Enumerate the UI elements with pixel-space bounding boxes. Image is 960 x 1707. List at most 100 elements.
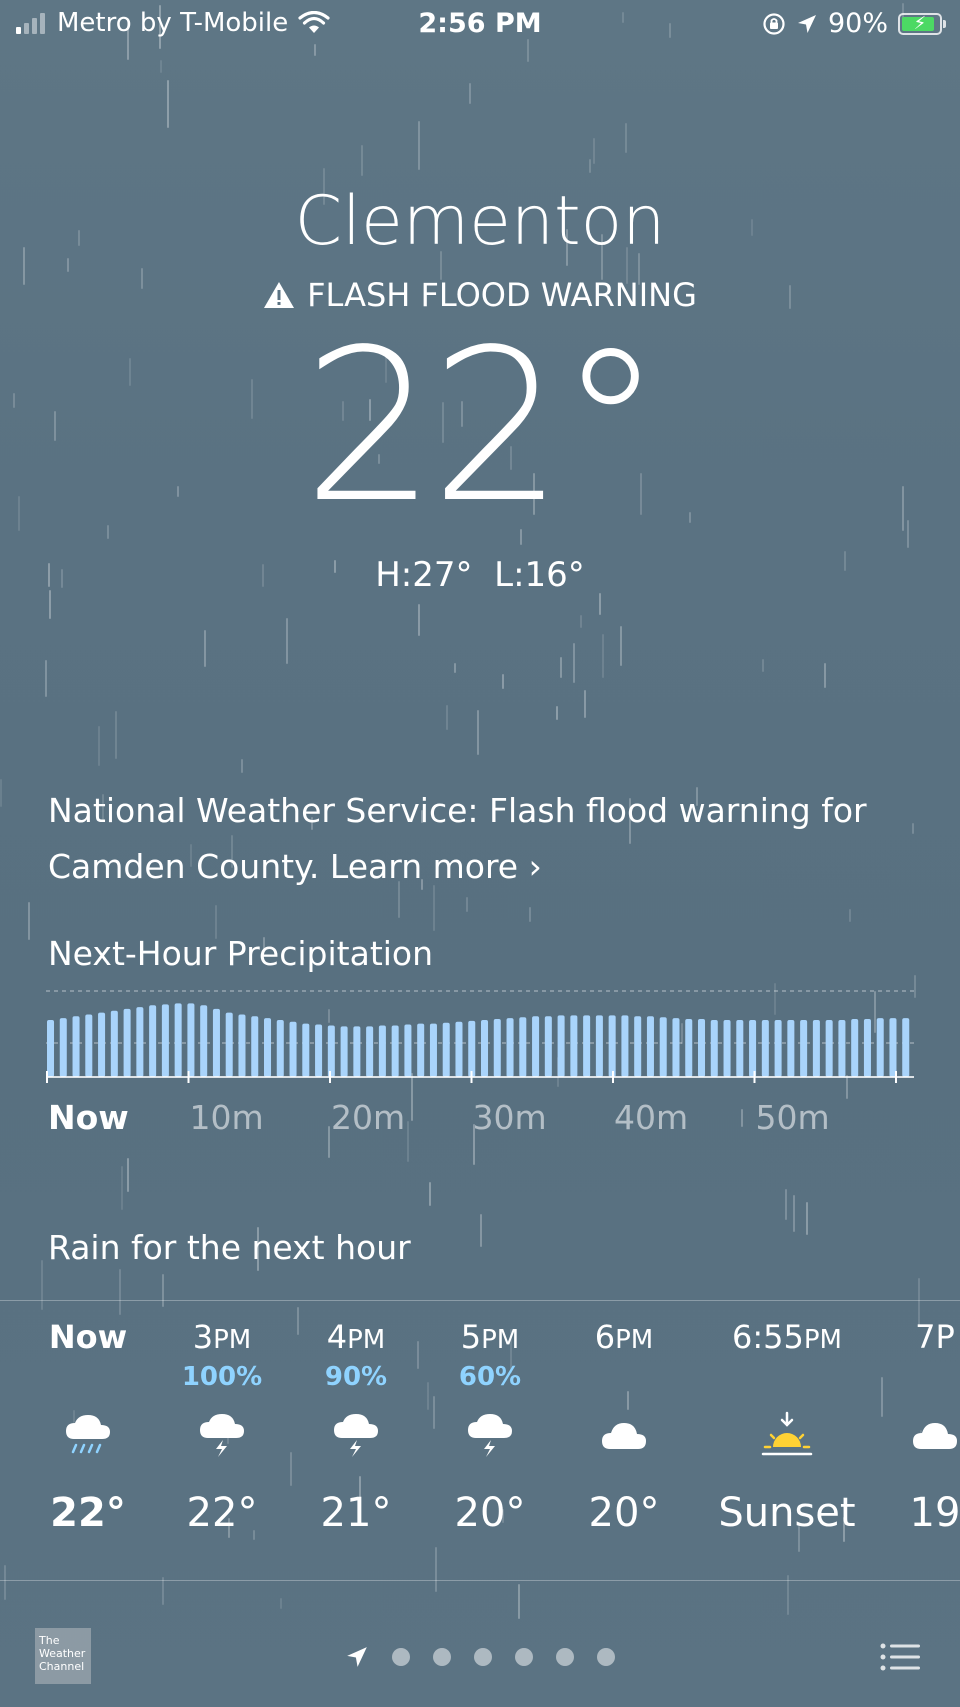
status-bar: Metro by T-Mobile 2:56 PM 90% ⚡ (0, 0, 960, 50)
location-arrow-icon (347, 1647, 367, 1667)
location-arrow-icon (797, 14, 816, 33)
high-low: H:27° L:16° (0, 555, 960, 595)
page-dot[interactable] (433, 1648, 451, 1666)
precip-bar (353, 1026, 361, 1077)
raindrop (0, 779, 2, 807)
raindrop (625, 123, 627, 153)
sunset-icon (717, 1400, 857, 1470)
hour-label: Now (48, 1318, 128, 1356)
raindrop (469, 83, 471, 104)
precip-bar (366, 1026, 374, 1077)
precip-bar (698, 1019, 706, 1077)
precip-bar (723, 1019, 731, 1077)
page-dot[interactable] (597, 1648, 615, 1666)
precip-bar (212, 1008, 220, 1077)
precip-axis-label: 40m (614, 1098, 688, 1137)
hourly-item: 3PM 100% 22° (152, 1318, 292, 1536)
precip-bar (251, 1016, 259, 1077)
raindrop (162, 1577, 164, 1605)
raindrop (762, 659, 764, 672)
precip-bar (289, 1021, 297, 1077)
thunderstorm-icon (420, 1400, 560, 1470)
precip-chance (18, 1362, 158, 1400)
raindrop (454, 663, 456, 673)
precip-bar (749, 1019, 757, 1077)
page-dot[interactable] (474, 1648, 492, 1666)
hourly-item: 6:55PM Sunset (717, 1318, 857, 1536)
precipitation-description: Rain for the next hour (48, 1228, 411, 1267)
raindrop (361, 145, 363, 176)
precip-bar (634, 1016, 642, 1077)
precip-bar (736, 1019, 744, 1077)
precip-bar (557, 1015, 565, 1077)
hour-temperature: 20° (454, 1490, 526, 1536)
hour-label: 5PM (460, 1318, 520, 1356)
precip-bar (429, 1023, 437, 1077)
thunderstorm-icon (286, 1400, 426, 1470)
raindrop (477, 710, 479, 755)
precip-bar (378, 1025, 386, 1077)
cloud-icon (554, 1400, 694, 1470)
precip-axis-label: 10m (190, 1098, 264, 1137)
precip-bar (481, 1019, 489, 1077)
precip-bar (825, 1019, 833, 1077)
page-dot[interactable] (556, 1648, 574, 1666)
precip-bar (889, 1018, 897, 1077)
precip-bar (902, 1018, 910, 1077)
precip-bar (468, 1020, 476, 1077)
raindrop (162, 1274, 164, 1307)
weather-notice[interactable]: National Weather Service: Flash flood wa… (48, 783, 898, 895)
precip-bar (149, 1005, 157, 1077)
hour-label: 4PM (326, 1318, 386, 1356)
precip-bar (136, 1007, 144, 1077)
precip-bar (583, 1015, 591, 1077)
thunderstorm-icon (152, 1400, 292, 1470)
precip-bar (800, 1019, 808, 1077)
raindrop (167, 80, 169, 128)
cloud-icon (865, 1400, 960, 1470)
precip-bar (442, 1022, 450, 1077)
high-temperature: H:27° (375, 555, 473, 595)
raindrop (429, 1182, 431, 1206)
page-indicator[interactable] (0, 1645, 960, 1669)
raindrop (98, 726, 100, 766)
hour-temperature: 20° (588, 1490, 660, 1536)
precip-bar (851, 1019, 859, 1077)
hour-label: 6PM (594, 1318, 654, 1356)
precip-bar (595, 1015, 603, 1077)
hourly-forecast[interactable]: Now 22° 3PM 100% 22° 4PM 90% 21° 5PM 60% 20° 6PM 20°… (0, 1318, 960, 1558)
battery-icon: ⚡ (898, 12, 946, 35)
list-icon[interactable] (880, 1642, 920, 1672)
hour-label: 7P (915, 1318, 955, 1356)
hourly-item: 4PM 90% 21° (286, 1318, 426, 1536)
rain-cloud-icon (18, 1400, 158, 1470)
hourly-item: Now 22° (18, 1318, 158, 1536)
orientation-lock-icon (763, 12, 785, 35)
page-dot[interactable] (392, 1648, 410, 1666)
page-dot[interactable] (515, 1648, 533, 1666)
precip-bar (391, 1025, 399, 1077)
precip-bar (276, 1019, 284, 1077)
precip-chance: 60% (458, 1362, 522, 1392)
raindrop (418, 604, 420, 636)
raindrop (806, 1202, 808, 1235)
raindrop (160, 60, 162, 73)
hour-temperature: 21° (320, 1490, 392, 1536)
raindrop (121, 1166, 123, 1210)
battery-percent: 90% (827, 8, 888, 39)
precip-chance: 100% (181, 1362, 263, 1392)
hourly-item: 5PM 60% 20° (420, 1318, 560, 1536)
precip-bar (110, 1010, 118, 1077)
raindrop (620, 626, 622, 666)
precip-axis-label: 30m (473, 1098, 547, 1137)
raindrop (580, 615, 582, 628)
learn-more-link[interactable]: Learn more › (330, 847, 542, 886)
precip-bar (838, 1019, 846, 1077)
precip-bar (315, 1024, 323, 1077)
precip-bar (608, 1015, 616, 1077)
precip-bar (200, 1005, 208, 1077)
precip-bar (787, 1019, 795, 1077)
precipitation-chart: Now 10m 20m 30m 40m 50m (46, 990, 914, 1137)
precip-bar (774, 1019, 782, 1077)
precip-axis-label: 20m (331, 1098, 405, 1137)
